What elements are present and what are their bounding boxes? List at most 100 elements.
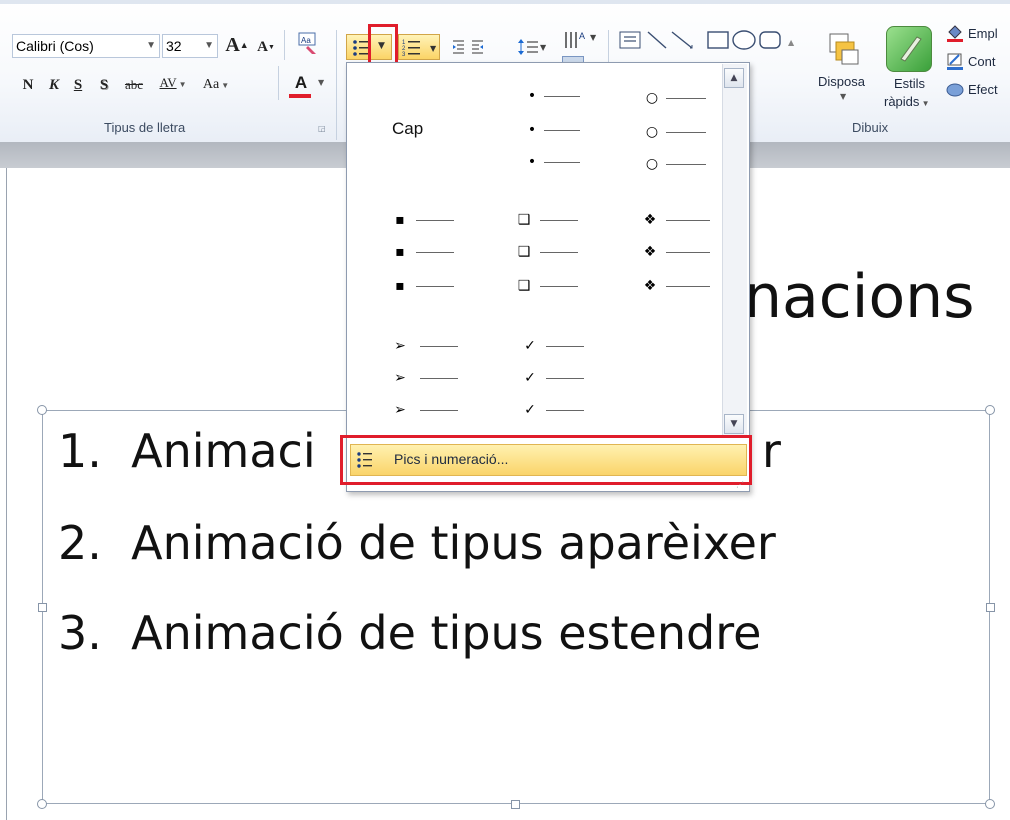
underline-button[interactable]: S xyxy=(68,72,88,98)
bullet-option-box[interactable]: ❑ ❑ ❑ xyxy=(516,206,592,302)
shape-effects-icon[interactable] xyxy=(946,80,964,98)
shape-effects-button[interactable]: Efect xyxy=(968,82,998,97)
bullet-line xyxy=(546,410,584,411)
shape-fill-icon[interactable] xyxy=(946,24,964,42)
bullet-symbol: • xyxy=(527,122,537,138)
bullet-none-option[interactable]: Cap xyxy=(392,119,423,139)
chevron-down-icon[interactable]: ▼ xyxy=(204,35,214,57)
font-color-button[interactable]: A xyxy=(286,70,316,98)
scroll-up-icon[interactable]: ▲ xyxy=(724,68,744,88)
bullet-line xyxy=(540,220,578,221)
scroll-down-icon[interactable]: ▼ xyxy=(724,414,744,434)
bullet-symbol: ❖ xyxy=(643,278,657,294)
font-color-swatch xyxy=(289,94,311,98)
quick-styles-label-line2[interactable]: ràpids ▼ xyxy=(884,94,930,109)
bullet-line xyxy=(666,286,710,287)
bullet-line xyxy=(666,252,710,253)
bullet-symbol: ○ xyxy=(645,156,659,172)
shape-fill-button[interactable]: Empl xyxy=(968,26,998,41)
list-text: Animació de tipus aparèixer xyxy=(131,516,776,570)
character-spacing-button[interactable]: AV ▼ xyxy=(154,70,192,96)
text-direction-icon[interactable]: A ▼ xyxy=(562,28,602,52)
grow-font-glyph: A xyxy=(225,34,240,56)
bullet-line xyxy=(666,164,706,165)
bullet-line xyxy=(540,252,578,253)
svg-text:A: A xyxy=(579,31,585,41)
chevron-down-icon[interactable]: ▼ xyxy=(840,92,846,101)
resize-handle[interactable] xyxy=(38,603,47,612)
dialog-launcher-icon[interactable]: ◲ xyxy=(318,124,326,133)
resize-grip-icon[interactable]: ⋰ xyxy=(736,480,744,489)
bullet-line xyxy=(420,378,458,379)
bullet-line xyxy=(544,96,580,97)
shape-outline-icon[interactable] xyxy=(946,52,964,70)
font-group-label: Tipus de lletra xyxy=(104,120,186,135)
bullet-option-check[interactable]: ✓ ✓ ✓ xyxy=(518,334,590,430)
bullet-symbol: ▪ xyxy=(395,244,405,260)
quick-styles-label-text: ràpids xyxy=(884,94,920,109)
caret-up-icon: ▲ xyxy=(239,40,249,50)
menu-item-highlight-box xyxy=(340,435,752,485)
list-number: 1. xyxy=(58,424,102,478)
numbering-button[interactable]: 1 2 3 ▼ xyxy=(398,34,440,60)
resize-handle[interactable] xyxy=(985,799,995,809)
change-case-label: Aa xyxy=(202,77,220,92)
bullet-line xyxy=(544,130,580,131)
bullet-option-square[interactable]: ▪ ▪ ▪ xyxy=(392,206,462,302)
list-number: 2. xyxy=(58,516,102,570)
quick-styles-icon[interactable] xyxy=(886,26,932,72)
arrange-icon[interactable] xyxy=(824,30,864,70)
bullet-symbol: ❖ xyxy=(643,212,657,228)
list-item[interactable]: 3. Animació de tipus estendre xyxy=(58,606,761,660)
resize-handle[interactable] xyxy=(985,405,995,415)
italic-button[interactable]: K xyxy=(44,72,64,98)
slide-title[interactable]: nacions xyxy=(744,262,974,332)
bullet-option-dot[interactable]: • • • xyxy=(520,84,590,180)
strikethrough-button[interactable]: abc xyxy=(118,72,150,98)
svg-text:▼: ▼ xyxy=(540,43,547,52)
svg-text:Aa: Aa xyxy=(301,36,311,45)
chevron-down-icon[interactable]: ▼ xyxy=(318,78,324,87)
line-spacing-icon[interactable]: ▼ xyxy=(516,36,550,58)
character-spacing-label: AV xyxy=(159,75,177,90)
bullet-option-arrow[interactable]: ➢ ➢ ➢ xyxy=(392,334,464,430)
bullet-line xyxy=(420,346,458,347)
arrange-button[interactable]: Disposa xyxy=(818,74,865,89)
resize-handle[interactable] xyxy=(37,405,47,415)
caret-down-small-icon: ▼ xyxy=(267,43,275,51)
bold-button[interactable]: N xyxy=(18,72,38,98)
shrink-font-button[interactable]: A▼ xyxy=(254,34,278,60)
chevron-down-icon[interactable]: ▼ xyxy=(378,41,385,51)
resize-handle[interactable] xyxy=(37,799,47,809)
grow-font-button[interactable]: A▲ xyxy=(224,32,250,58)
change-case-button[interactable]: Aa ▼ xyxy=(196,72,236,98)
resize-handle[interactable] xyxy=(511,800,520,809)
drawing-group-label: Dibuix xyxy=(852,120,889,135)
resize-handle[interactable] xyxy=(986,603,995,612)
bullet-option-circle[interactable]: ○ ○ ○ xyxy=(642,84,712,180)
svg-text:▼: ▼ xyxy=(590,33,597,42)
shapes-gallery[interactable]: ▲ xyxy=(614,28,808,64)
gallery-scrollbar[interactable] xyxy=(722,64,747,436)
bullet-line xyxy=(540,286,578,287)
shadow-button[interactable]: S xyxy=(94,72,114,98)
chevron-down-icon[interactable]: ▼ xyxy=(146,35,156,57)
bullet-symbol: ✓ xyxy=(524,370,536,386)
bullet-line xyxy=(666,98,706,99)
bullet-symbol: ❑ xyxy=(517,244,531,260)
clear-formatting-icon[interactable]: Aa xyxy=(296,30,320,56)
bullet-line xyxy=(420,410,458,411)
list-item[interactable]: 2. Animació de tipus aparèixer xyxy=(58,516,776,570)
quick-styles-label-line1[interactable]: Estils xyxy=(894,76,925,91)
list-number: 3. xyxy=(58,606,102,660)
font-size-combo[interactable]: 32 ▼ xyxy=(162,34,218,58)
shape-outline-button[interactable]: Cont xyxy=(968,54,995,69)
list-item[interactable]: 1. Animaci xyxy=(58,424,316,478)
bullet-symbol: • xyxy=(527,154,537,170)
font-name-combo[interactable]: Calibri (Cos) ▼ xyxy=(12,34,160,58)
bullet-symbol: ✓ xyxy=(524,402,536,418)
bullet-symbol: ✓ xyxy=(524,338,536,354)
indent-buttons[interactable] xyxy=(450,36,488,58)
bullet-line xyxy=(666,132,706,133)
bullet-option-diamond[interactable]: ❖ ❖ ❖ xyxy=(642,206,718,302)
